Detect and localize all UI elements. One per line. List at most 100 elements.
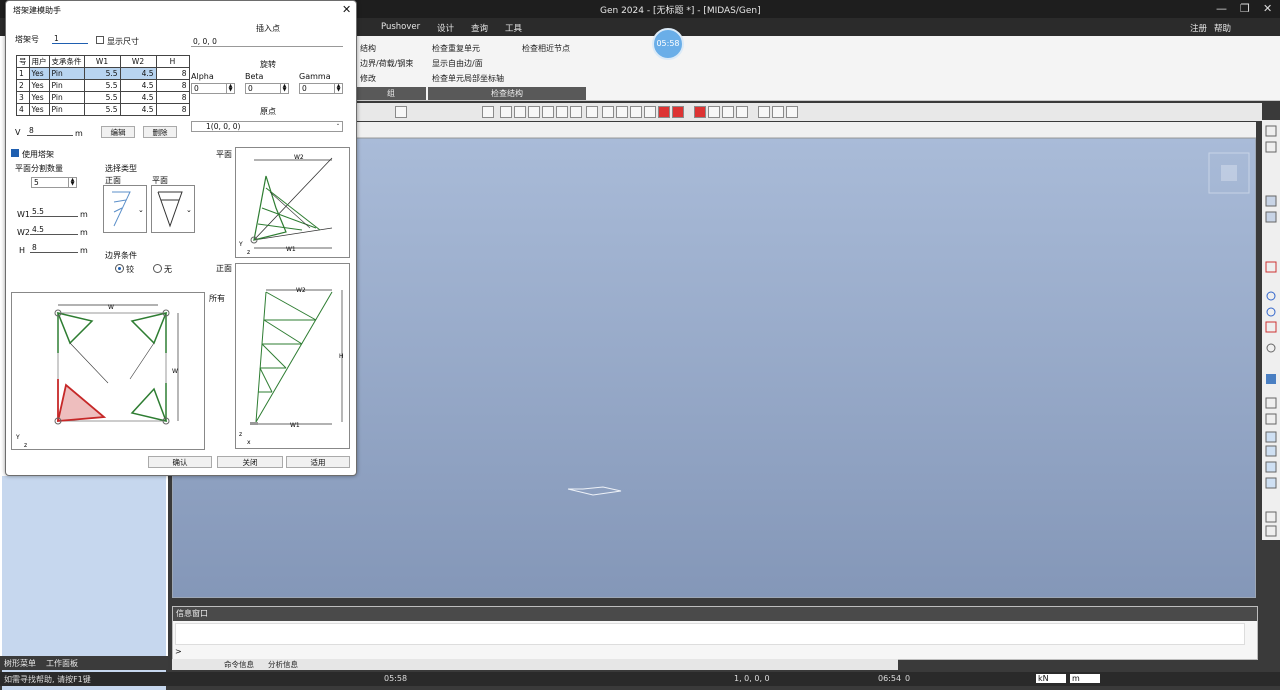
dialog-close-button[interactable]: ✕: [342, 3, 351, 16]
lock-icon[interactable]: [786, 106, 798, 118]
table-row[interactable]: 3 Yes Pin 5.5 4.5 8: [16, 91, 190, 104]
right-tool-icons[interactable]: [1265, 125, 1277, 537]
w2-input[interactable]: 4.5: [30, 225, 78, 235]
ribbon-structure[interactable]: 结构: [360, 43, 376, 54]
v-input[interactable]: 8: [27, 126, 73, 136]
dropdown-icon[interactable]: [482, 106, 494, 118]
table-cell[interactable]: 3: [16, 91, 30, 104]
plan-type-select[interactable]: ⌄: [151, 185, 195, 233]
apply-button[interactable]: 适用: [286, 456, 350, 468]
node-icon[interactable]: [736, 106, 748, 118]
menu-register[interactable]: 注册: [1190, 22, 1207, 34]
table-cell[interactable]: Pin: [48, 79, 85, 92]
table-cell[interactable]: Yes: [28, 91, 50, 104]
ribbon-check-near-nodes[interactable]: 检查相近节点: [522, 43, 570, 54]
spin-arrows-icon[interactable]: ▲ ▼: [280, 84, 288, 93]
delete-button[interactable]: 删除: [143, 126, 177, 138]
view-icon[interactable]: [514, 106, 526, 118]
beta-spinner[interactable]: 0 ▲ ▼: [245, 83, 289, 94]
layer-icon[interactable]: [758, 106, 770, 118]
table-cell[interactable]: 5.5: [83, 79, 121, 92]
table-cell[interactable]: Pin: [48, 67, 85, 80]
table-cell[interactable]: Pin: [48, 91, 85, 104]
record-icon[interactable]: [694, 106, 706, 118]
gamma-spinner[interactable]: 0 ▲ ▼: [299, 83, 343, 94]
table-row[interactable]: 2 Yes Pin 5.5 4.5 8: [16, 79, 190, 92]
view-icon[interactable]: [542, 106, 554, 118]
plane-division-spinner[interactable]: 5 ▲ ▼: [31, 177, 77, 188]
view-icon[interactable]: [500, 106, 512, 118]
table-cell[interactable]: 8: [155, 103, 190, 116]
force-unit-select[interactable]: kN: [1036, 674, 1066, 683]
close-window-button[interactable]: ✕: [1263, 2, 1272, 15]
ribbon-check-duplicate[interactable]: 检查重复单元: [432, 43, 480, 54]
w1-input[interactable]: 5.5: [30, 207, 78, 217]
table-cell[interactable]: 8: [155, 79, 190, 92]
close-button[interactable]: 关闭: [217, 456, 283, 468]
minimize-button[interactable]: —: [1216, 2, 1227, 15]
view-icon[interactable]: [556, 106, 568, 118]
table-cell[interactable]: Pin: [48, 103, 85, 116]
menu-tools[interactable]: 工具: [505, 22, 522, 34]
table-cell[interactable]: Yes: [28, 79, 50, 92]
node-icon[interactable]: [722, 106, 734, 118]
tab-work-panel[interactable]: 工作面板: [46, 658, 78, 669]
tab-command-info[interactable]: 命令信息: [224, 659, 254, 670]
command-prompt[interactable]: >: [175, 647, 182, 656]
menu-design[interactable]: 设计: [437, 22, 454, 34]
table-cell[interactable]: 4.5: [119, 91, 157, 104]
view-icon[interactable]: [586, 106, 598, 118]
table-cell[interactable]: 4.5: [119, 79, 157, 92]
alpha-spinner[interactable]: 0 ▲ ▼: [191, 83, 235, 94]
table-cell[interactable]: 8: [155, 91, 190, 104]
spin-arrows-icon[interactable]: ▲ ▼: [334, 84, 342, 93]
origin-select[interactable]: 1(0, 0, 0) ⌄: [191, 121, 343, 132]
tab-analysis-info[interactable]: 分析信息: [268, 659, 298, 670]
table-cell[interactable]: 2: [16, 79, 30, 92]
view-icon[interactable]: [570, 106, 582, 118]
display-icon[interactable]: [644, 106, 656, 118]
table-cell[interactable]: 4.5: [119, 103, 157, 116]
display-icon[interactable]: [602, 106, 614, 118]
spin-arrows-icon[interactable]: ▲ ▼: [68, 178, 76, 187]
display-icon[interactable]: [630, 106, 642, 118]
table-cell[interactable]: Yes: [28, 103, 50, 116]
menu-query[interactable]: 查询: [471, 22, 488, 34]
table-cell[interactable]: 4.5: [119, 67, 157, 80]
tab-tree-menu[interactable]: 树形菜单: [4, 658, 36, 669]
lock-icon[interactable]: [772, 106, 784, 118]
confirm-button[interactable]: 确认: [148, 456, 212, 468]
ribbon-boundary-load[interactable]: 边界/荷载/钢束: [360, 58, 413, 69]
pointer-icon[interactable]: [395, 106, 407, 118]
radio-none[interactable]: [153, 264, 162, 273]
table-cell[interactable]: 5.5: [83, 67, 121, 80]
table-row[interactable]: 4 Yes Pin 5.5 4.5 8: [16, 103, 190, 116]
table-row[interactable]: 1 Yes Pin 5.5 4.5 8: [16, 67, 190, 80]
table-cell[interactable]: 5.5: [83, 103, 121, 116]
tower-table[interactable]: 号 用户 支承条件 W1 W2 H 1 Yes Pin 5.5 4.5 8 2 …: [16, 55, 190, 116]
view-icon[interactable]: [528, 106, 540, 118]
use-tower-checkbox[interactable]: [11, 149, 19, 157]
table-cell[interactable]: 4: [16, 103, 30, 116]
maximize-button[interactable]: ❐: [1240, 2, 1250, 15]
show-size-checkbox[interactable]: [96, 36, 104, 44]
ribbon-modify[interactable]: 修改: [360, 73, 376, 84]
menu-help[interactable]: 帮助: [1214, 22, 1231, 34]
table-cell[interactable]: 8: [155, 67, 190, 80]
table-cell[interactable]: 5.5: [83, 91, 121, 104]
table-cell[interactable]: 1: [16, 67, 30, 80]
ribbon-local-axis[interactable]: 检查单元局部坐标轴: [432, 73, 504, 84]
display-icon[interactable]: [616, 106, 628, 118]
render-icon[interactable]: [672, 106, 684, 118]
tower-no-input[interactable]: 1: [52, 34, 88, 44]
length-unit-select[interactable]: m: [1070, 674, 1100, 683]
front-type-select[interactable]: ⌄: [103, 185, 147, 233]
spin-arrows-icon[interactable]: ▲ ▼: [226, 84, 234, 93]
ribbon-free-edge[interactable]: 显示自由边/面: [432, 58, 483, 69]
h-input[interactable]: 8: [30, 243, 78, 253]
table-cell[interactable]: Yes: [28, 67, 50, 80]
view-cube-icon[interactable]: [1208, 152, 1250, 194]
edit-button[interactable]: 编辑: [101, 126, 135, 138]
radio-hinge[interactable]: [115, 264, 124, 273]
node-icon[interactable]: [708, 106, 720, 118]
